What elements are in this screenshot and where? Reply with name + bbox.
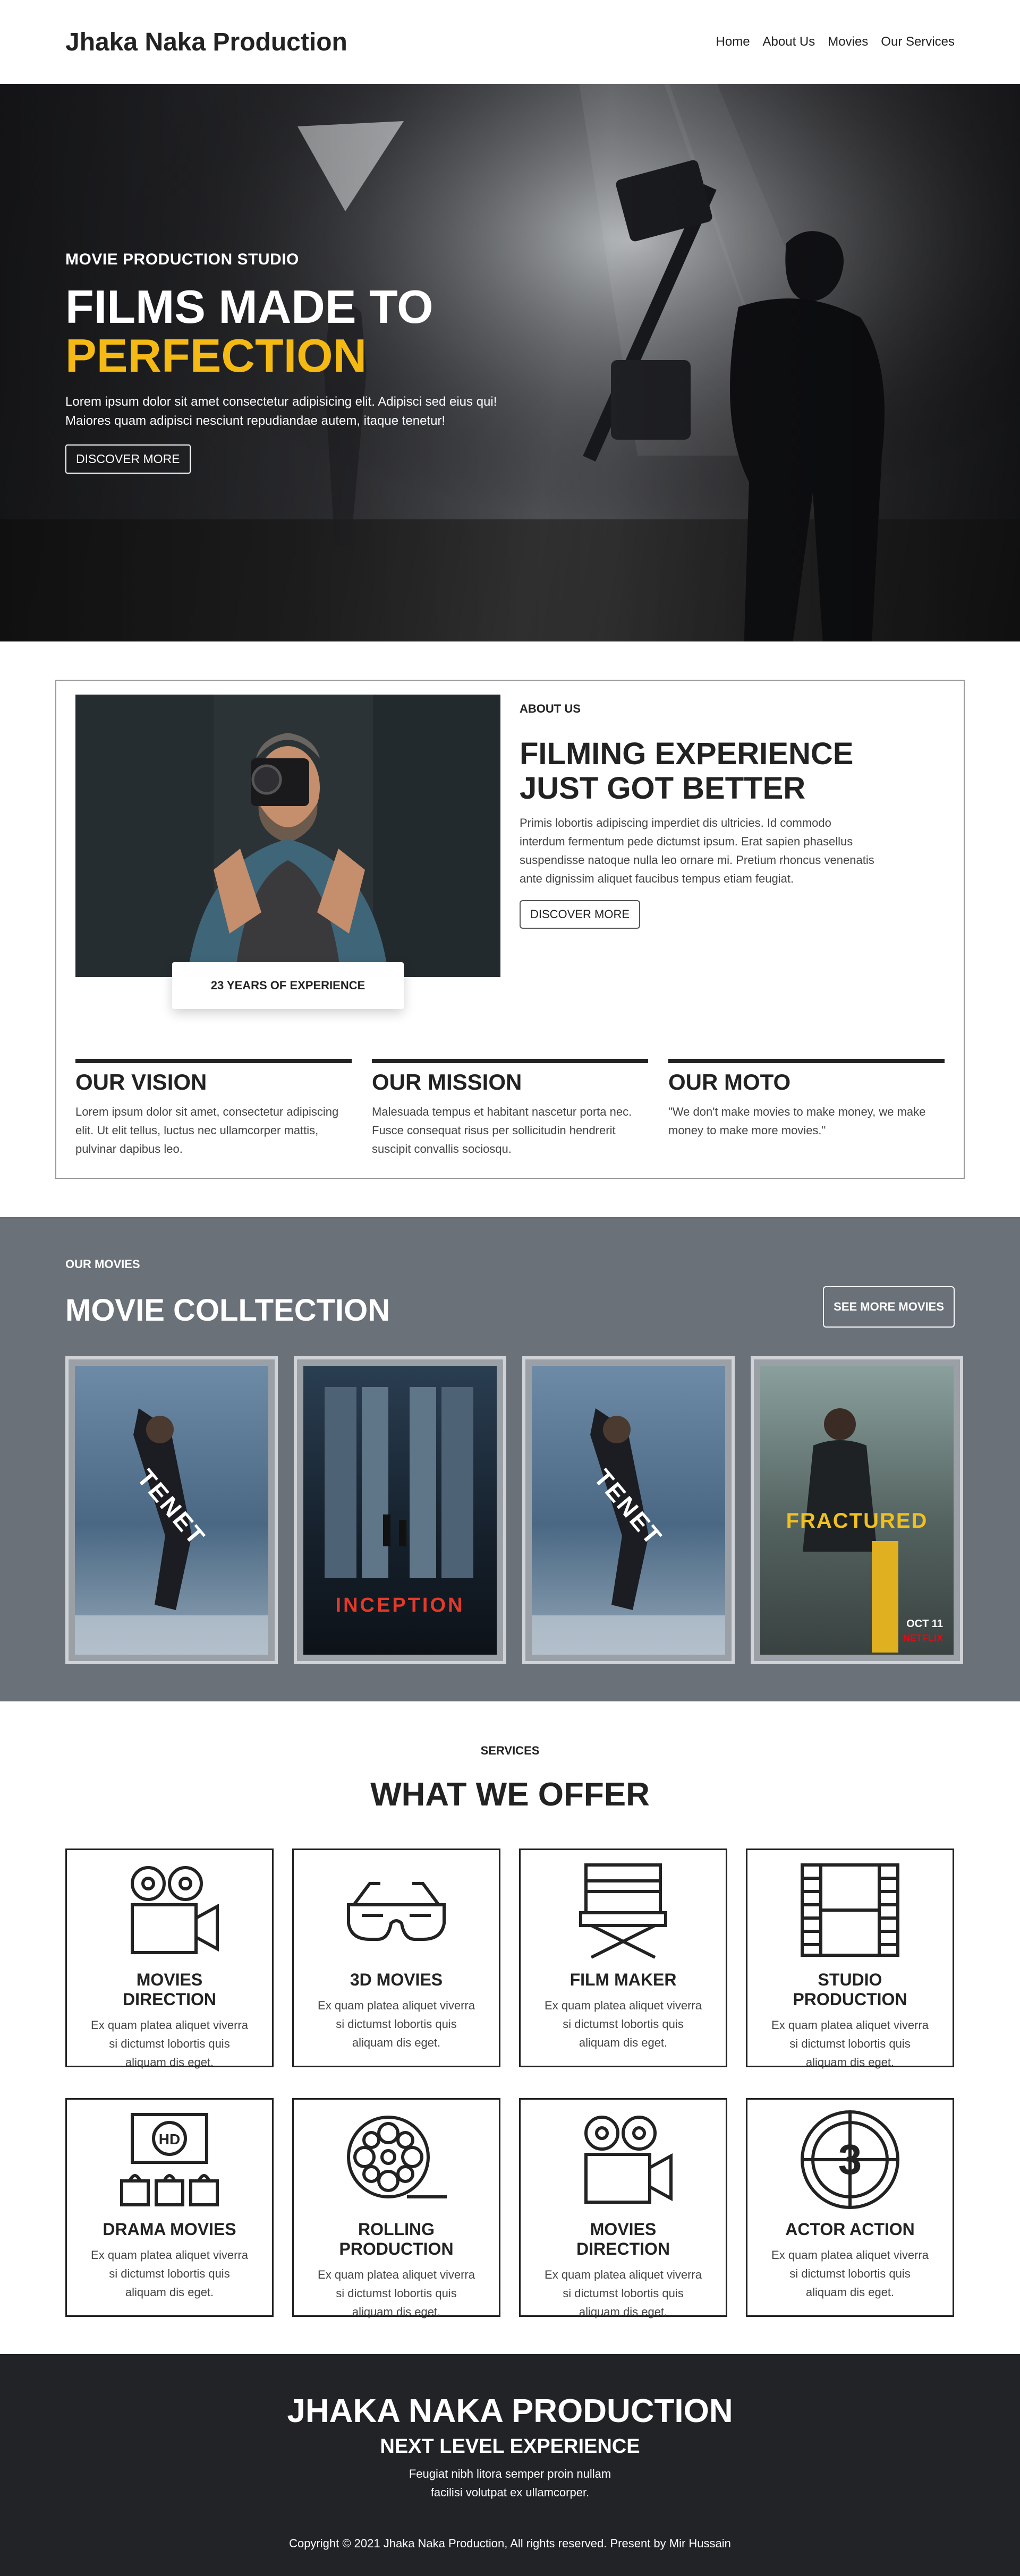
service-desc: Ex quam platea aliquet viverra si dictum… [771,2248,929,2299]
footer-text: Feugiat nibh litora semper proin nullam … [409,2467,611,2500]
footer-copyright: Copyright © 2021 Jhaka Naka Production, … [289,2537,731,2551]
film-strip-icon [801,1863,899,1957]
nav-link-about[interactable]: About Us [763,35,815,49]
service-card[interactable]: STUDIO PRODUCTION Ex quam platea aliquet… [746,1848,954,2069]
footer-brand: JHAKA NAKA PRODUCTION [287,2393,733,2429]
about-title: FILMING EXPERIENCE JUST GOT BETTER [520,737,854,806]
moto-column: OUR MOTO "We don't make movies to make m… [668,1059,945,1159]
about-body: Primis lobortis adipiscing imperdiet dis… [520,816,874,886]
experience-badge: 23 YEARS OF EXPERIENCE [172,962,404,1009]
service-card[interactable]: 3 ACTOR ACTION Ex quam platea aliquet vi… [746,2098,954,2317]
about-kicker: ABOUT US [520,702,581,715]
nav-links: Home About Us Movies Our Services [716,35,955,49]
hero-kicker: MOVIE PRODUCTION STUDIO [65,251,299,268]
poster-card[interactable]: INCEPTION [294,1356,506,1664]
service-desc: Ex quam platea aliquet viverra si dictum… [545,1999,702,2050]
hero-title-line2: PERFECTION [65,329,367,382]
hd-label: HD [159,2131,180,2147]
service-card[interactable]: ROLLING PRODUCTION Ex quam platea alique… [292,2098,500,2318]
film-reel-icon [347,2116,447,2198]
director-chair-icon [579,1863,667,1959]
hd-theater-icon: HD [120,2113,219,2206]
cameraman-photo [75,695,500,977]
service-desc: Ex quam platea aliquet viverra si dictum… [91,2018,248,2069]
service-card[interactable]: MOVIES DIRECTION Ex quam platea aliquet … [519,2098,727,2318]
services-section: SERVICES WHAT WE OFFER MOVIES DIRECTION … [0,1701,1020,2354]
mission-column: OUR MISSION Malesuada tempus et habitant… [372,1059,648,1159]
moto-title: OUR MOTO [668,1069,791,1094]
service-name: 3D MOVIES [350,1970,443,1989]
service-name: STUDIO PRODUCTION [793,1970,907,2009]
movie-camera-icon [584,2116,673,2204]
service-card[interactable]: HD DRAMA MOVIES Ex quam platea aliquet v… [65,2098,274,2317]
poster-tenet-1: TENET [75,1366,268,1655]
movie-camera-icon [131,1866,219,1954]
services-title: WHAT WE OFFER [370,1776,650,1813]
vision-column: OUR VISION Lorem ipsum dolor sit amet, c… [75,1059,352,1159]
nav-link-home[interactable]: Home [716,35,750,49]
hero-content: MOVIE PRODUCTION STUDIO FILMS MADE TO PE… [65,251,543,474]
vision-text: Lorem ipsum dolor sit amet, consectetur … [75,1105,339,1156]
footer-subtitle: NEXT LEVEL EXPERIENCE [380,2435,640,2458]
see-more-movies-button[interactable]: SEE MORE MOVIES [823,1286,955,1328]
poster-title: FRACTURED [786,1509,928,1533]
poster-inception: INCEPTION [303,1366,497,1655]
service-name: DRAMA MOVIES [103,2220,236,2239]
vision-mission-moto: OUR VISION Lorem ipsum dolor sit amet, c… [75,1059,945,1159]
mission-title: OUR MISSION [372,1069,522,1094]
nav-link-services[interactable]: Our Services [881,35,955,49]
mission-text: Malesuada tempus et habitant nascetur po… [372,1105,632,1156]
3d-glasses-icon [347,1882,446,1941]
service-card[interactable]: 3D MOVIES Ex quam platea aliquet viverra… [292,1848,500,2067]
movies-title: MOVIE COLLTECTION [65,1293,390,1328]
poster-card[interactable]: TENET [65,1356,278,1664]
poster-date: OCT 11 [906,1618,943,1630]
poster-card[interactable]: TENET [522,1356,735,1664]
brand-logo[interactable]: Jhaka Naka Production [65,28,347,57]
service-desc: Ex quam platea aliquet viverra si dictum… [91,2248,248,2299]
service-desc: Ex quam platea aliquet viverra si dictum… [545,2268,702,2319]
countdown-number: 3 [838,2136,862,2183]
service-desc: Ex quam platea aliquet viverra si dictum… [771,2018,929,2069]
about-section: 23 YEARS OF EXPERIENCE ABOUT US FILMING … [0,641,1020,1217]
poster-fractured: FRACTURED OCT 11 NETFLIX [760,1366,954,1655]
site-footer: JHAKA NAKA PRODUCTION NEXT LEVEL EXPERIE… [0,2354,1020,2576]
about-photo [75,695,500,977]
service-desc: Ex quam platea aliquet viverra si dictum… [318,1999,475,2050]
service-name: MOVIES DIRECTION [576,2220,670,2258]
top-navbar: Jhaka Naka Production Home About Us Movi… [0,0,1020,84]
about-text-block: ABOUT US FILMING EXPERIENCE JUST GOT BET… [520,695,876,929]
poster-card[interactable]: FRACTURED OCT 11 NETFLIX [751,1356,963,1664]
about-card: 23 YEARS OF EXPERIENCE ABOUT US FILMING … [55,680,965,1179]
poster-tenet-2: TENET [532,1366,725,1655]
countdown-leader-icon: 3 [801,2110,899,2209]
hero-section: MOVIE PRODUCTION STUDIO FILMS MADE TO PE… [0,84,1020,641]
moto-text: "We don't make movies to make money, we … [668,1105,926,1137]
service-name: FILM MAKER [570,1970,677,1989]
service-card[interactable]: FILM MAKER Ex quam platea aliquet viverr… [519,1848,727,2067]
services-kicker: SERVICES [480,1744,540,1757]
netflix-logo: NETFLIX [903,1633,943,1644]
nav-link-movies[interactable]: Movies [828,35,868,49]
vision-title: OUR VISION [75,1069,207,1094]
hero-text: Lorem ipsum dolor sit amet consectetur a… [65,394,497,428]
movies-section: OUR MOVIES MOVIE COLLTECTION SEE MORE MO… [0,1217,1020,1701]
poster-title: INCEPTION [335,1594,465,1616]
hero-discover-button[interactable]: DISCOVER MORE [65,444,191,474]
about-discover-button[interactable]: DISCOVER MORE [520,900,641,929]
poster-list: TENET INCEPTION TENET FRACTURED OCT 11 N… [65,1356,963,1664]
service-card[interactable]: MOVIES DIRECTION Ex quam platea aliquet … [65,1848,274,2069]
movies-kicker: OUR MOVIES [65,1257,140,1271]
service-name: MOVIES DIRECTION [123,1970,216,2009]
service-name: ACTOR ACTION [785,2220,915,2239]
services-grid: MOVIES DIRECTION Ex quam platea aliquet … [65,1848,955,2318]
service-name: ROLLING PRODUCTION [339,2220,454,2258]
hero-title-line1: FILMS MADE TO [65,280,434,333]
service-desc: Ex quam platea aliquet viverra si dictum… [318,2268,475,2319]
